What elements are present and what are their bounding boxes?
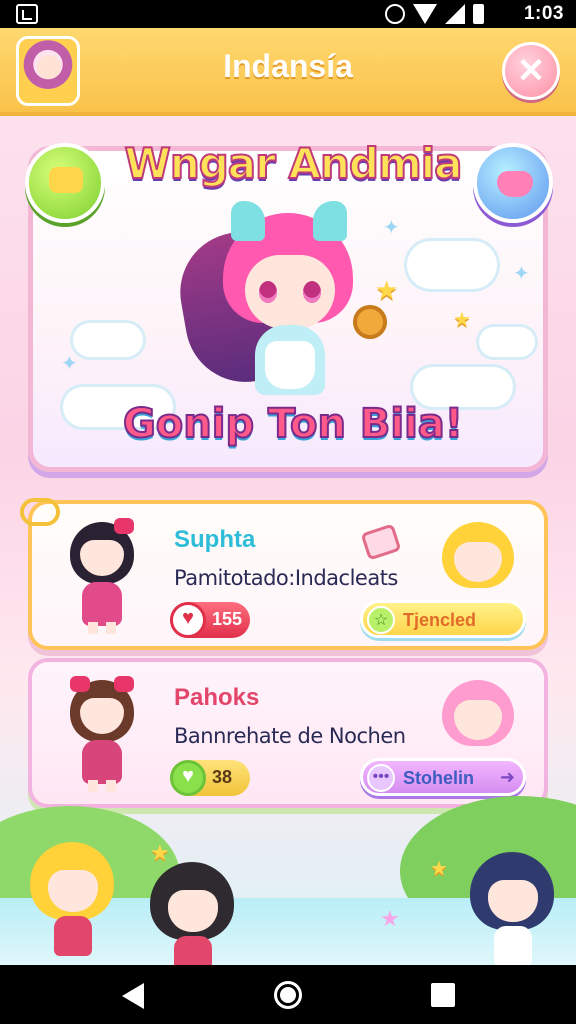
- companion-avatar: [438, 676, 518, 756]
- hero-subtitle: Gonip Ton Biia!: [122, 400, 464, 448]
- character-eye: [303, 281, 321, 303]
- sparkle-icon: ✦: [383, 217, 400, 239]
- card-action-button[interactable]: ••• Stohelin ➜: [360, 758, 526, 796]
- cookie-icon: [353, 305, 387, 339]
- star-icon: ★: [430, 858, 448, 880]
- character-description: Pamitotado:Indacleats: [174, 566, 398, 590]
- character-card[interactable]: Suphta Pamitotado:Indacleats ♥ 155 ☆ Tje…: [20, 498, 548, 650]
- status-time: 1:03: [523, 3, 564, 24]
- mascot-face-icon: [49, 167, 83, 193]
- back-icon[interactable]: [122, 983, 144, 1009]
- cloud-decoration: [407, 241, 497, 289]
- sparkle-icon: ✦: [61, 353, 78, 375]
- avatar-leg: [106, 622, 116, 634]
- battery-icon: [473, 4, 484, 24]
- status-icons: [385, 4, 484, 24]
- app-screen: Indansía ✕ ★ ★ ✦ ✦ ✦ Wngar Andmia Gonip …: [0, 28, 576, 965]
- signal-icon: [445, 4, 465, 24]
- likes-counter[interactable]: ♥ 38: [170, 760, 250, 796]
- avatar-leg: [106, 780, 116, 792]
- heart-icon: ♥: [170, 602, 206, 638]
- chibi-body: [494, 926, 532, 965]
- chibi-body: [174, 936, 212, 965]
- heart-icon: ♥: [170, 760, 206, 796]
- character-ear: [313, 201, 347, 241]
- avatar-leg: [88, 780, 98, 792]
- bow-icon: [114, 676, 134, 692]
- menu-dots-icon: •••: [367, 764, 395, 792]
- star-icon: ★: [380, 906, 400, 931]
- sticker-icon: [360, 523, 402, 561]
- hero-character: [170, 201, 387, 403]
- character-avatar: [62, 676, 142, 794]
- close-icon: ✕: [516, 52, 546, 90]
- character-name: Suphta: [174, 526, 256, 553]
- character-eye: [259, 281, 277, 303]
- avatar-body: [82, 740, 122, 784]
- arrow-right-icon: ➜: [499, 767, 515, 787]
- hero-card[interactable]: ★ ★ ✦ ✦ ✦ Wngar Andmia Gonip Ton Biia!: [25, 138, 553, 472]
- companion-avatar: [438, 518, 518, 598]
- character-card[interactable]: Pahoks Bannrehate de Nochen ♥ 38 ••• Sto…: [28, 658, 548, 808]
- close-button[interactable]: ✕: [502, 42, 560, 100]
- bottom-scene: ★ ★ ★: [0, 796, 576, 965]
- mascot-badge-button[interactable]: [25, 143, 105, 223]
- home-icon[interactable]: [274, 981, 302, 1009]
- cloud-decoration: [73, 323, 143, 357]
- chibi-character: [470, 852, 554, 965]
- card-action-button[interactable]: ☆ Tjencled: [360, 600, 526, 638]
- likes-counter[interactable]: ♥ 155: [170, 602, 250, 638]
- card-action-label: Stohelin: [403, 768, 474, 788]
- alarm-icon: [385, 4, 405, 24]
- sparkle-icon: ✦: [513, 263, 530, 285]
- likes-value: 38: [212, 767, 233, 787]
- wifi-icon: [413, 4, 437, 24]
- cloud-decoration: [479, 327, 535, 357]
- system-nav-bar: [0, 965, 576, 1024]
- avatar-body: [82, 582, 122, 626]
- heart-icon: [497, 171, 533, 197]
- heart-badge-button[interactable]: [473, 143, 553, 223]
- character-name: Pahoks: [174, 684, 260, 711]
- chibi-character: [30, 842, 114, 962]
- chain-decoration: [20, 498, 60, 526]
- app-header: Indansía ✕: [0, 28, 576, 116]
- star-icon: ☆: [367, 606, 395, 634]
- character-apron: [265, 341, 315, 389]
- chibi-body: [54, 916, 92, 956]
- star-icon: ★: [453, 309, 471, 331]
- recents-icon[interactable]: [431, 983, 455, 1007]
- chibi-character: [150, 862, 234, 965]
- likes-value: 155: [212, 609, 243, 629]
- character-description: Bannrehate de Nochen: [174, 724, 406, 748]
- character-ear: [231, 201, 265, 241]
- status-bar: 1:03: [0, 0, 576, 28]
- bow-icon: [114, 518, 134, 534]
- screenshot-icon: [16, 4, 38, 24]
- avatar-leg: [88, 622, 98, 634]
- character-avatar: [62, 518, 142, 636]
- page-title: Indansía: [223, 48, 353, 84]
- card-action-label: Tjencled: [403, 610, 477, 630]
- bow-icon: [70, 676, 90, 692]
